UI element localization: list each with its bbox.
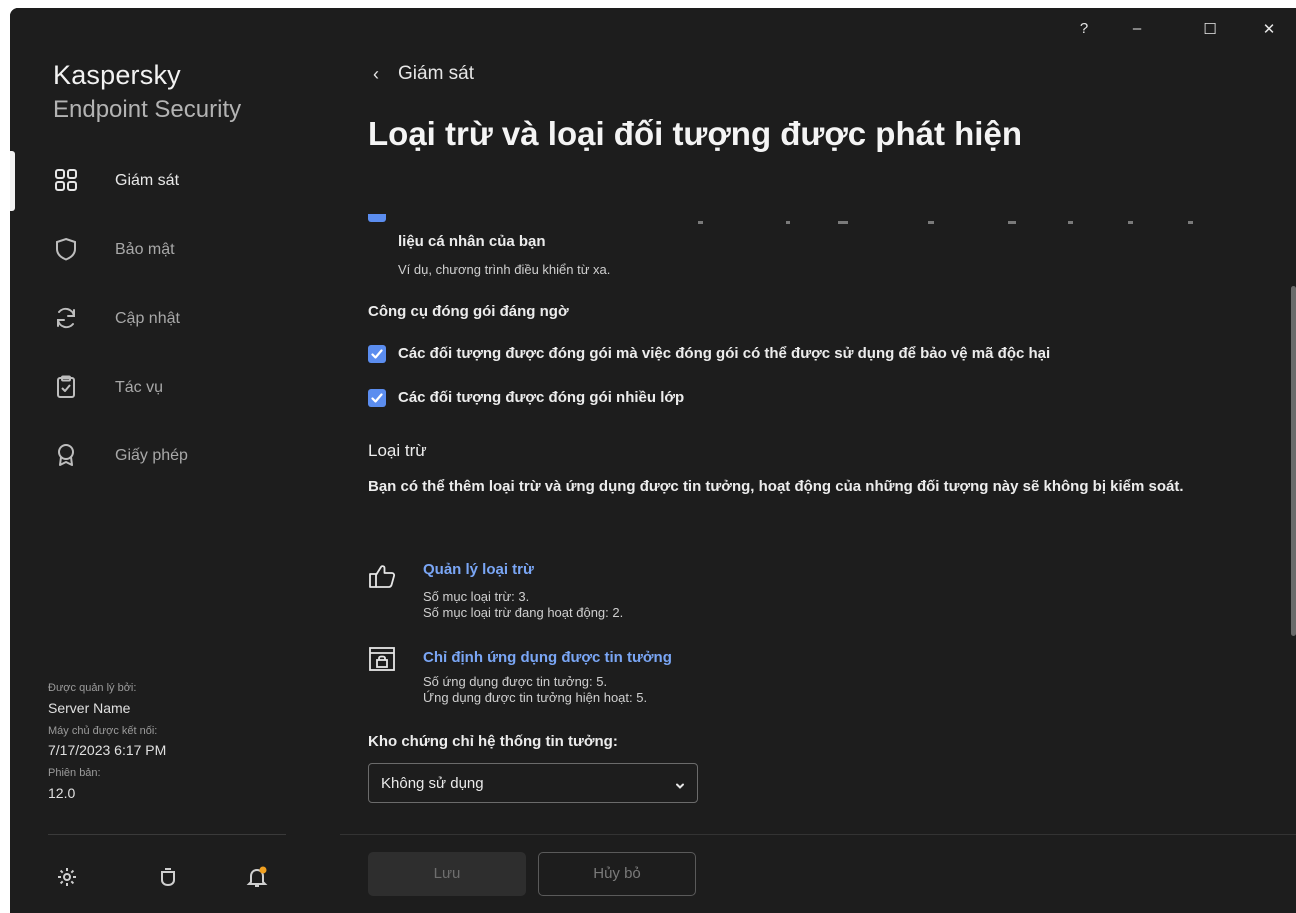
- trusted-app-window-icon: [368, 646, 396, 672]
- connected-label: Máy chủ được kết nối:: [48, 725, 158, 737]
- clipped-text-line: [368, 221, 1218, 225]
- cert-store-label: Kho chứng chỉ hệ thống tin tưởng:: [368, 733, 618, 750]
- refresh-icon: [53, 305, 79, 331]
- settings-content: liệu cá nhân của bạn Ví dụ, chương trình…: [340, 208, 1296, 828]
- connected-value: 7/17/2023 6:17 PM: [48, 742, 167, 758]
- back-label: Giám sát: [398, 63, 475, 84]
- minimize-button[interactable]: –: [1125, 20, 1149, 40]
- cert-store-select[interactable]: Không sử dụng: [368, 763, 698, 803]
- close-button[interactable]: ✕: [1257, 20, 1281, 40]
- checkbox-label: Các đối tượng được đóng gói mà việc đóng…: [398, 345, 1051, 362]
- sidebar: Kaspersky Endpoint Security Giám sát Bảo…: [10, 8, 340, 913]
- clipboard-check-icon: [53, 374, 79, 400]
- scrollbar[interactable]: [1291, 286, 1296, 636]
- cancel-button[interactable]: Hủy bỏ: [538, 852, 696, 896]
- trusted-apps-link[interactable]: Chỉ định ứng dụng được tin tưởng: [423, 649, 672, 666]
- exclusions-count: Số mục loại trừ: 3.: [423, 589, 530, 604]
- active-exclusions-count: Số mục loại trừ đang hoạt động: 2.: [423, 605, 624, 620]
- sidebar-item-license[interactable]: Giấy phép: [10, 432, 340, 482]
- partial-item-label: liệu cá nhân của bạn: [398, 233, 546, 250]
- maximize-button[interactable]: ☐: [1198, 20, 1222, 40]
- packers-heading: Công cụ đóng gói đáng ngờ: [368, 303, 569, 320]
- settings-icon[interactable]: [56, 866, 78, 888]
- page-title: Loại trừ và loại đối tượng được phát hiệ…: [368, 115, 1022, 152]
- sidebar-divider: [48, 834, 286, 835]
- notifications-icon[interactable]: [246, 866, 268, 888]
- trusted-apps-count: Số ứng dụng được tin tưởng: 5.: [423, 674, 608, 689]
- sidebar-item-label: Bảo mật: [115, 241, 175, 258]
- version-value: 12.0: [48, 785, 76, 801]
- support-icon[interactable]: [157, 866, 179, 888]
- managed-by-value: Server Name: [48, 700, 131, 716]
- chevron-down-icon: [675, 778, 685, 789]
- exclusions-heading: Loại trừ: [368, 441, 427, 460]
- sidebar-item-tasks[interactable]: Tác vụ: [10, 364, 340, 414]
- exclusions-description: Bạn có thể thêm loại trừ và ứng dụng đượ…: [368, 478, 1184, 495]
- sidebar-item-label: Giấy phép: [115, 447, 188, 464]
- sidebar-item-label: Cập nhật: [115, 310, 180, 327]
- sidebar-item-security[interactable]: Bảo mật: [10, 226, 340, 276]
- version-label: Phiên bản:: [48, 767, 101, 779]
- managed-by-label: Được quản lý bởi:: [48, 682, 137, 694]
- shield-icon: [53, 236, 79, 262]
- award-icon: [53, 442, 79, 468]
- active-trusted-apps-count: Ứng dụng được tin tưởng hiện hoạt: 5.: [423, 690, 648, 705]
- sidebar-item-label: Tác vụ: [115, 379, 164, 396]
- save-button[interactable]: Lưu: [368, 852, 526, 896]
- checkbox-label: Các đối tượng được đóng gói nhiều lớp: [398, 389, 685, 406]
- app-window: Kaspersky Endpoint Security Giám sát Bảo…: [10, 8, 1296, 913]
- brand-name: Kaspersky: [53, 60, 181, 90]
- checkbox-multipacked[interactable]: [368, 389, 386, 407]
- sidebar-item-label: Giám sát: [115, 172, 180, 189]
- help-button[interactable]: ?: [1072, 20, 1096, 40]
- footer-divider: [340, 834, 1296, 835]
- manage-exclusions-link[interactable]: Quản lý loại trừ: [423, 561, 534, 578]
- partial-item-description: Ví dụ, chương trình điều khiển từ xa.: [398, 262, 611, 277]
- chevron-left-icon: ‹: [373, 64, 379, 84]
- sidebar-item-monitoring[interactable]: Giám sát: [10, 157, 340, 207]
- checkbox-packed-malicious[interactable]: [368, 345, 386, 363]
- thumbs-up-icon: [368, 563, 396, 589]
- product-name: Endpoint Security: [53, 96, 242, 123]
- grid-icon: [53, 167, 79, 193]
- sidebar-item-update[interactable]: Cập nhật: [10, 295, 340, 345]
- main-panel: ? – ☐ ✕ ‹ Giám sát Loại trừ và loại đối …: [340, 8, 1296, 913]
- cert-store-value: Không sử dụng: [381, 775, 484, 792]
